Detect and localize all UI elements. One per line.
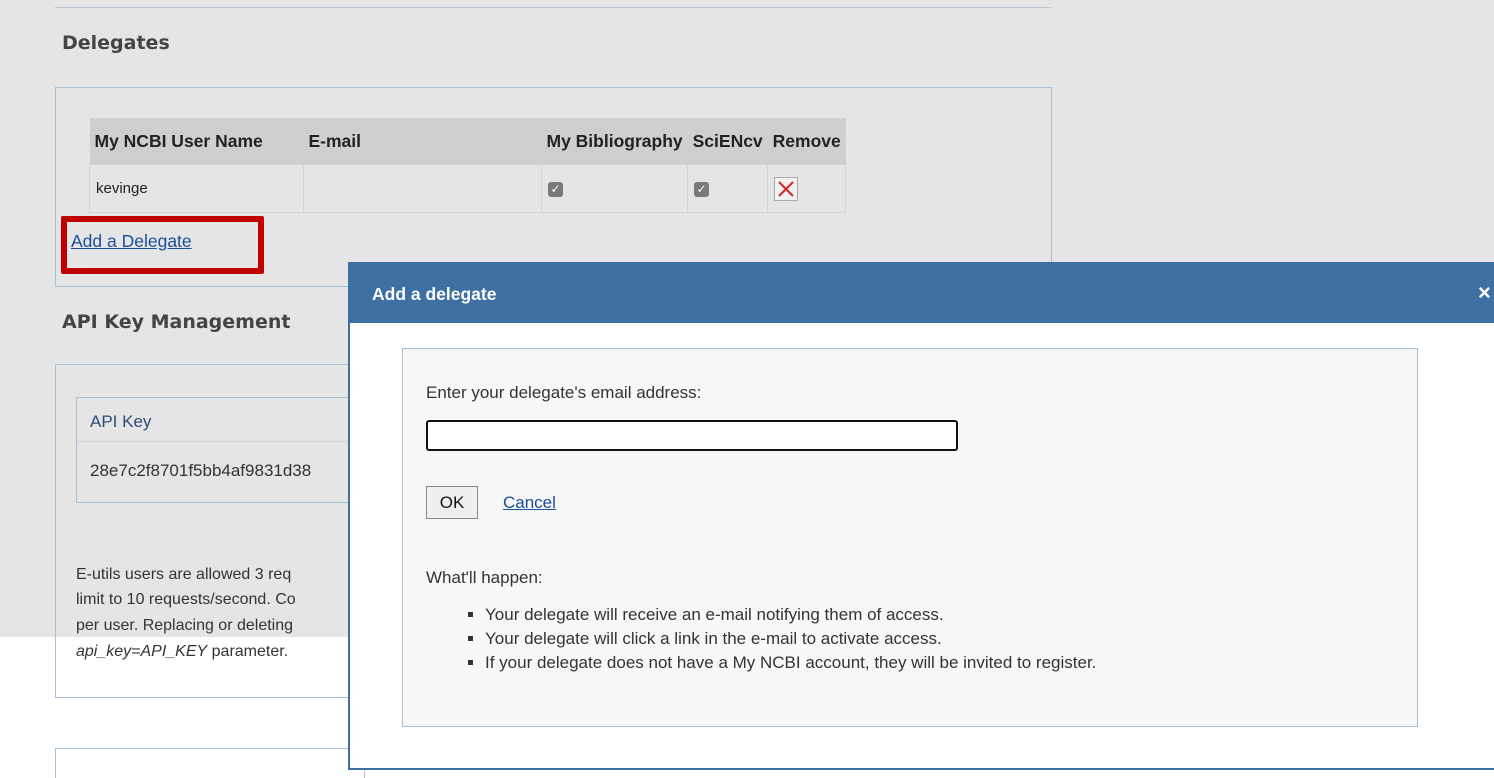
remove-delegate-button[interactable]	[774, 176, 799, 201]
cancel-link[interactable]: Cancel	[503, 493, 556, 513]
api-description-line: E-utils users are allowed 3 req	[76, 566, 292, 583]
next-section-panel	[55, 748, 365, 778]
close-icon	[778, 180, 794, 197]
api-description-line: per user. Replacing or deleting	[76, 617, 294, 634]
my-bibliography-cell: ✓	[540, 164, 689, 213]
list-item: Your delegate will receive an e-mail not…	[485, 603, 1096, 627]
dialog-title: Add a delegate	[372, 284, 497, 304]
api-description-line: limit to 10 requests/second. Co	[76, 591, 296, 608]
api-description-line: api_key=API_KEY parameter.	[76, 643, 288, 661]
api-description: E-utils users are allowed 3 req limit to…	[0, 0, 350, 770]
api-key-parameter: api_key=API_KEY	[76, 643, 208, 660]
dialog-content: Enter your delegate's email address: OK …	[402, 348, 1418, 727]
sciencv-cell: ✓	[687, 164, 769, 213]
email-prompt-label: Enter your delegate's email address:	[426, 383, 702, 402]
column-header-my-bibliography: My Bibliography	[541, 118, 688, 165]
remove-cell	[767, 164, 847, 213]
list-item: Your delegate will click a link in the e…	[485, 627, 1096, 651]
dialog-header: Add a delegate ×	[350, 264, 1494, 323]
api-description-line-end: parameter.	[207, 643, 289, 660]
list-item: If your delegate does not have a My NCBI…	[485, 651, 1096, 675]
column-header-sciencv: SciENcv	[687, 118, 768, 165]
delegate-email-input[interactable]	[426, 420, 958, 451]
column-header-remove: Remove	[767, 118, 846, 165]
ok-button[interactable]: OK	[426, 486, 478, 519]
what-happens-label: What'll happen:	[426, 568, 543, 587]
add-delegate-dialog: Add a delegate × Enter your delegate's e…	[348, 262, 1494, 770]
sciencv-checkbox[interactable]: ✓	[694, 181, 710, 197]
dialog-close-icon[interactable]: ×	[1478, 280, 1491, 306]
my-bibliography-checkbox[interactable]: ✓	[548, 181, 563, 197]
steps-list: Your delegate will receive an e-mail not…	[463, 603, 1096, 675]
